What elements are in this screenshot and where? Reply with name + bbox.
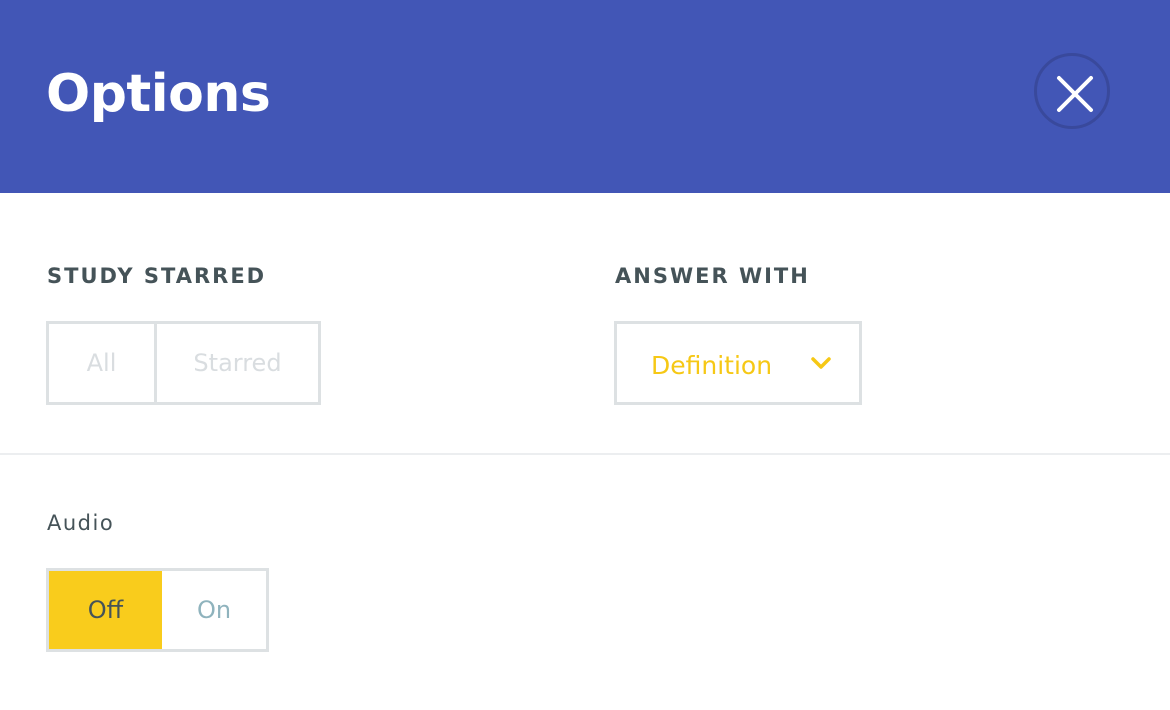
study-starred-option[interactable]: Starred (154, 324, 318, 402)
answer-with-value: Definition (651, 351, 773, 380)
options-header: Options (0, 0, 1170, 193)
audio-toggle: Off On (46, 568, 269, 652)
study-starred-label: STUDY STARRED (47, 264, 267, 288)
close-icon (1057, 76, 1093, 112)
study-starred-toggle: All Starred (46, 321, 321, 405)
chevron-down-icon (811, 357, 831, 369)
answer-with-dropdown[interactable]: Definition (614, 321, 862, 405)
audio-off-option[interactable]: Off (49, 571, 162, 649)
audio-on-option[interactable]: On (162, 571, 266, 649)
page-title: Options (46, 64, 271, 124)
audio-label: Audio (47, 511, 115, 535)
close-button[interactable] (1034, 53, 1110, 129)
study-all-option[interactable]: All (49, 324, 154, 402)
answer-with-label: ANSWER WITH (615, 264, 810, 288)
section-divider (0, 453, 1170, 455)
